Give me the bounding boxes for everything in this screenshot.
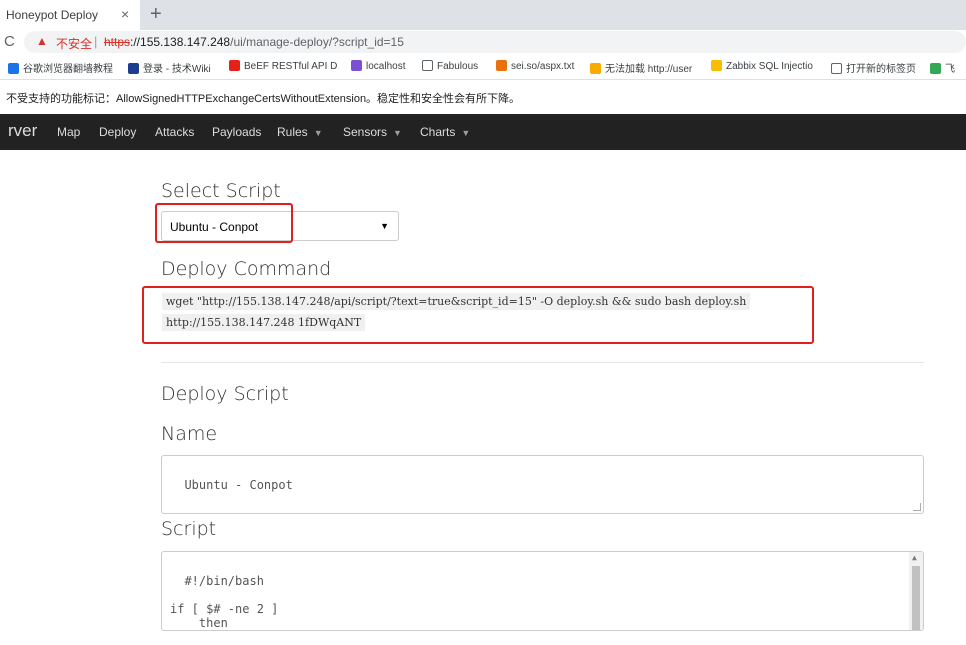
bookmark-label: 飞	[945, 64, 955, 75]
url-separator: |	[94, 34, 98, 49]
unsupported-flag-infobar: 不受支持的功能标记：AllowSignedHTTPExchangeCertsWi…	[6, 93, 521, 105]
bookmark-icon	[711, 60, 722, 71]
select-script-heading: Select Script	[161, 180, 281, 202]
bookmark-item[interactable]: 登录 - 技术Wiki	[128, 60, 211, 75]
select-highlight-box	[155, 203, 293, 243]
script-textarea-value: #!/bin/bash if [ $# -ne 2 ] then echo "W…	[170, 574, 279, 630]
bookmark-item[interactable]: Fabulous	[422, 60, 478, 72]
bookmark-icon	[930, 63, 941, 74]
bookmark-label: Zabbix SQL Injectio	[726, 61, 813, 72]
bookmark-label: sei.so/aspx.txt	[511, 61, 575, 72]
bookmark-item[interactable]: 飞	[930, 60, 955, 75]
warning-icon[interactable]: ▲	[36, 34, 48, 48]
bookmark-label: BeEF RESTful API D	[244, 61, 338, 72]
nav-item-attacks[interactable]: Attacks	[155, 125, 194, 139]
resize-grip-icon[interactable]	[913, 503, 921, 511]
bookmark-label: 谷歌浏览器翻墙教程	[23, 64, 113, 75]
navbar-brand[interactable]: rver	[8, 121, 37, 141]
address-bar: C ▲ 不安全 | https://155.138.147.248/ui/man…	[0, 30, 966, 54]
url-protocol: https	[104, 35, 131, 49]
name-textarea[interactable]: Ubuntu - Conpot	[161, 455, 924, 514]
bookmark-item[interactable]: sei.so/aspx.txt	[496, 60, 574, 72]
caret-down-icon: ▼	[461, 128, 471, 138]
caret-down-icon: ▼	[393, 128, 402, 138]
bookmark-label: 无法加载 http://user	[605, 64, 693, 75]
bookmark-icon	[8, 63, 19, 74]
new-tab-icon[interactable]: +	[150, 3, 162, 26]
dropdown-arrow-icon: ▼	[380, 221, 389, 231]
nav-item-payloads[interactable]: Payloads	[212, 125, 261, 139]
nav-item-charts[interactable]: Charts ▼	[420, 125, 470, 139]
deploy-command-heading: Deploy Command	[161, 258, 332, 280]
nav-item-rules[interactable]: Rules ▼	[277, 125, 323, 139]
reload-icon[interactable]: C	[4, 33, 15, 50]
name-textarea-value: Ubuntu - Conpot	[184, 478, 293, 492]
bookmark-label: 打开新的标签页	[846, 64, 916, 75]
bookmark-label: localhost	[366, 61, 406, 72]
nav-item-deploy[interactable]: Deploy	[99, 125, 136, 139]
tab-title: Honeypot Deploy	[6, 8, 99, 22]
omnibox[interactable]: ▲ 不安全 | https://155.138.147.248/ui/manag…	[24, 31, 966, 53]
browser-tab-bar: Honeypot Deploy × +	[0, 0, 966, 30]
scroll-up-arrow-icon[interactable]: ▲	[912, 553, 917, 562]
scrollbar-thumb[interactable]	[912, 566, 920, 630]
script-heading: Script	[161, 518, 217, 540]
nav-label: Charts	[420, 125, 456, 139]
nav-label: Rules	[277, 125, 308, 139]
app-navbar: rver Map Deploy Attacks Payloads Rules ▼ …	[0, 114, 966, 150]
bookmark-icon	[590, 63, 601, 74]
url-path: /ui/manage-deploy/?script_id=15	[230, 35, 404, 49]
script-scrollbar[interactable]: ▲	[909, 552, 923, 630]
name-heading: Name	[161, 423, 218, 445]
nav-item-sensors[interactable]: Sensors ▼	[343, 125, 402, 139]
caret-down-icon: ▼	[313, 128, 323, 138]
bookmark-icon	[128, 63, 139, 74]
bookmark-item[interactable]: localhost	[351, 60, 405, 72]
bookmark-item[interactable]: Zabbix SQL Injectio	[711, 60, 813, 72]
url-host: ://155.138.147.248	[130, 35, 231, 49]
url-text[interactable]: https://155.138.147.248/ui/manage-deploy…	[104, 35, 404, 49]
section-divider	[161, 362, 924, 363]
browser-tab[interactable]: Honeypot Deploy ×	[0, 0, 140, 30]
nav-label: Sensors	[343, 125, 388, 139]
bookmark-item[interactable]: 谷歌浏览器翻墙教程	[8, 60, 113, 75]
bookmark-item[interactable]: 打开新的标签页	[831, 60, 916, 75]
bookmark-label: 登录 - 技术Wiki	[143, 64, 211, 75]
bookmark-icon	[831, 63, 842, 74]
bookmarks-bar: 谷歌浏览器翻墙教程 登录 - 技术Wiki BeEF RESTful API D…	[0, 54, 966, 80]
bookmark-label: Fabulous	[437, 61, 479, 72]
close-tab-icon[interactable]: ×	[121, 6, 129, 22]
script-textarea[interactable]: #!/bin/bash if [ $# -ne 2 ] then echo "W…	[161, 551, 924, 631]
command-highlight-box	[142, 286, 814, 344]
nav-item-map[interactable]: Map	[57, 125, 80, 139]
insecure-label[interactable]: 不安全	[56, 35, 92, 52]
bookmark-icon	[496, 60, 507, 71]
deploy-script-heading: Deploy Script	[161, 383, 289, 405]
bookmark-icon	[422, 60, 433, 71]
bookmark-icon	[229, 60, 240, 71]
bookmark-icon	[351, 60, 362, 71]
bookmark-item[interactable]: 无法加载 http://user	[590, 60, 692, 75]
bookmark-item[interactable]: BeEF RESTful API D	[229, 60, 337, 72]
